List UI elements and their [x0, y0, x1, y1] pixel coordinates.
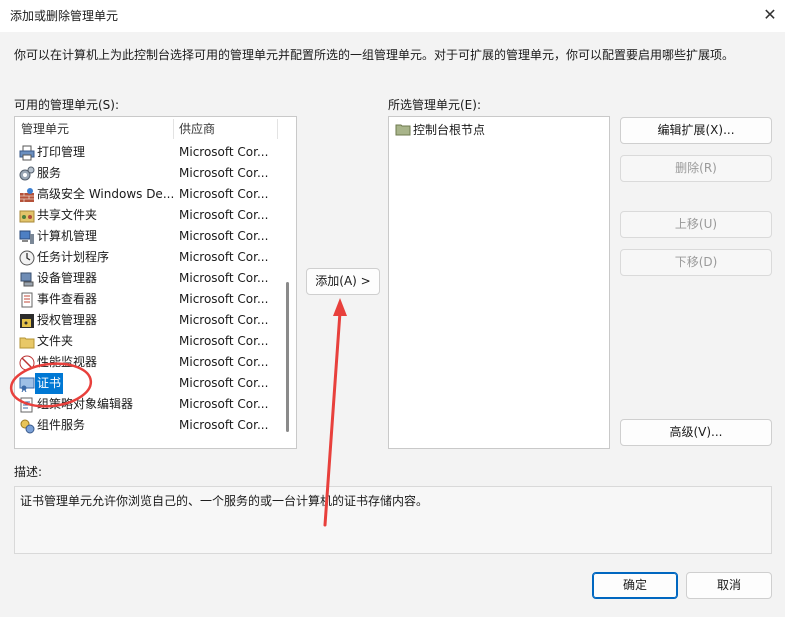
move-up-button[interactable]: 上移(U) [620, 211, 772, 238]
list-item[interactable]: 性能监视器 Microsoft Cor... [15, 352, 283, 373]
intro-text: 你可以在计算机上为此控制台选择可用的管理单元并配置所选的一组管理单元。对于可扩展… [14, 48, 735, 62]
clock-icon [19, 250, 35, 266]
list-item[interactable]: 任务计划程序 Microsoft Cor... [15, 247, 283, 268]
column-header-name[interactable]: 管理单元 [21, 117, 69, 141]
selected-snapins-list[interactable]: 控制台根节点 [388, 116, 610, 449]
list-item[interactable]: 事件查看器 Microsoft Cor... [15, 289, 283, 310]
column-divider[interactable] [173, 119, 174, 139]
window-title: 添加或删除管理单元 [10, 9, 119, 23]
advanced-button[interactable]: 高级(V)... [620, 419, 772, 446]
column-header-vendor[interactable]: 供应商 [179, 117, 215, 141]
description-label: 描述: [14, 465, 43, 479]
edit-extensions-button[interactable]: 编辑扩展(X)... [620, 117, 772, 144]
list-item[interactable]: 设备管理器 Microsoft Cor... [15, 268, 283, 289]
close-icon[interactable]: ✕ [760, 4, 780, 26]
device-manager-icon [20, 272, 34, 287]
certificate-icon [19, 377, 35, 392]
group-policy-icon [20, 397, 33, 413]
ok-button[interactable]: 确定 [592, 572, 678, 599]
move-down-button[interactable]: 下移(D) [620, 249, 772, 276]
list-item[interactable]: 组件服务 Microsoft Cor... [15, 415, 283, 436]
cancel-button[interactable]: 取消 [686, 572, 772, 599]
authorization-icon [20, 314, 34, 328]
event-viewer-icon [21, 292, 33, 308]
list-item[interactable]: 打印管理 Microsoft Cor... [15, 142, 283, 163]
available-snapins-list[interactable]: 管理单元 供应商 打印管理 Microsoft Cor... 服务 Micros… [14, 116, 297, 449]
list-item-selected[interactable]: 证书 Microsoft Cor... [15, 373, 283, 394]
available-label: 可用的管理单元(S): [14, 98, 120, 112]
computer-management-icon [19, 230, 34, 244]
add-button[interactable]: 添加(A) > [306, 268, 380, 295]
folder-icon [395, 124, 411, 136]
gears-icon [19, 166, 35, 181]
description-box: 证书管理单元允许你浏览自己的、一个服务的或一台计算机的证书存储内容。 [14, 486, 772, 554]
list-item[interactable]: 高级安全 Windows De... Microsoft Cor... [15, 184, 283, 205]
list-item[interactable]: 计算机管理 Microsoft Cor... [15, 226, 283, 247]
column-divider[interactable] [277, 119, 278, 139]
list-item[interactable]: 服务 Microsoft Cor... [15, 163, 283, 184]
list-item[interactable]: 组策略对象编辑器 Microsoft Cor... [15, 394, 283, 415]
printer-icon [19, 145, 35, 161]
selected-label: 所选管理单元(E): [388, 98, 481, 112]
remove-button[interactable]: 删除(R) [620, 155, 772, 182]
list-item[interactable]: 授权管理器 Microsoft Cor... [15, 310, 283, 331]
performance-icon [19, 355, 35, 371]
firewall-icon [20, 188, 34, 202]
list-item[interactable]: 共享文件夹 Microsoft Cor... [15, 205, 283, 226]
folder-icon [19, 337, 35, 349]
vertical-scrollbar[interactable] [286, 282, 289, 432]
component-services-icon [20, 419, 35, 434]
shared-folder-icon [19, 210, 35, 223]
list-item[interactable]: 文件夹 Microsoft Cor... [15, 331, 283, 352]
